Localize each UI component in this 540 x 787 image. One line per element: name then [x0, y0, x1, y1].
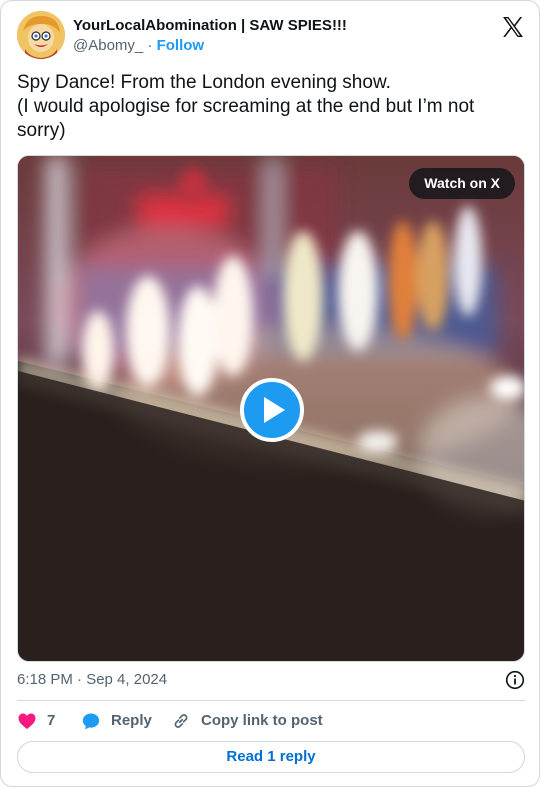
- avatar-image: [17, 11, 65, 59]
- reply-bubble-icon: [82, 713, 100, 730]
- info-icon[interactable]: [505, 670, 525, 690]
- divider: [17, 700, 525, 701]
- heart-icon: [18, 713, 36, 729]
- play-button[interactable]: [240, 378, 304, 442]
- reply-label: Reply: [111, 712, 152, 729]
- like-count: 7: [47, 712, 56, 729]
- x-logo-icon[interactable]: [501, 15, 525, 39]
- action-bar: 7 Reply Copy link to post: [17, 709, 525, 733]
- author-handle-line: @Abomy_ · Follow: [73, 36, 204, 56]
- like-button[interactable]: 7: [17, 709, 55, 733]
- author-display-name[interactable]: YourLocalAbomination | SAW SPIES!!!: [73, 16, 347, 36]
- avatar[interactable]: [17, 11, 65, 59]
- post-timestamp[interactable]: 6:18 PM · Sep 4, 2024: [17, 671, 167, 688]
- play-icon: [264, 397, 285, 423]
- author-handle[interactable]: @Abomy_: [73, 37, 143, 54]
- copy-link-label: Copy link to post: [201, 712, 323, 729]
- read-replies-button[interactable]: Read 1 reply: [17, 741, 525, 773]
- link-icon: [174, 714, 188, 728]
- embedded-post-card: YourLocalAbomination | SAW SPIES!!! @Abo…: [0, 0, 540, 787]
- post-text: Spy Dance! From the London evening show.…: [17, 72, 475, 141]
- follow-button[interactable]: Follow: [157, 37, 205, 54]
- post-header: YourLocalAbomination | SAW SPIES!!! @Abo…: [17, 11, 525, 63]
- watch-on-x-button[interactable]: Watch on X: [409, 168, 515, 199]
- post-meta: 6:18 PM · Sep 4, 2024: [17, 670, 525, 690]
- video-player[interactable]: Watch on X: [17, 155, 525, 662]
- reply-button[interactable]: Reply: [81, 709, 152, 733]
- separator-dot: ·: [147, 37, 153, 54]
- copy-link-button[interactable]: Copy link to post: [171, 709, 323, 733]
